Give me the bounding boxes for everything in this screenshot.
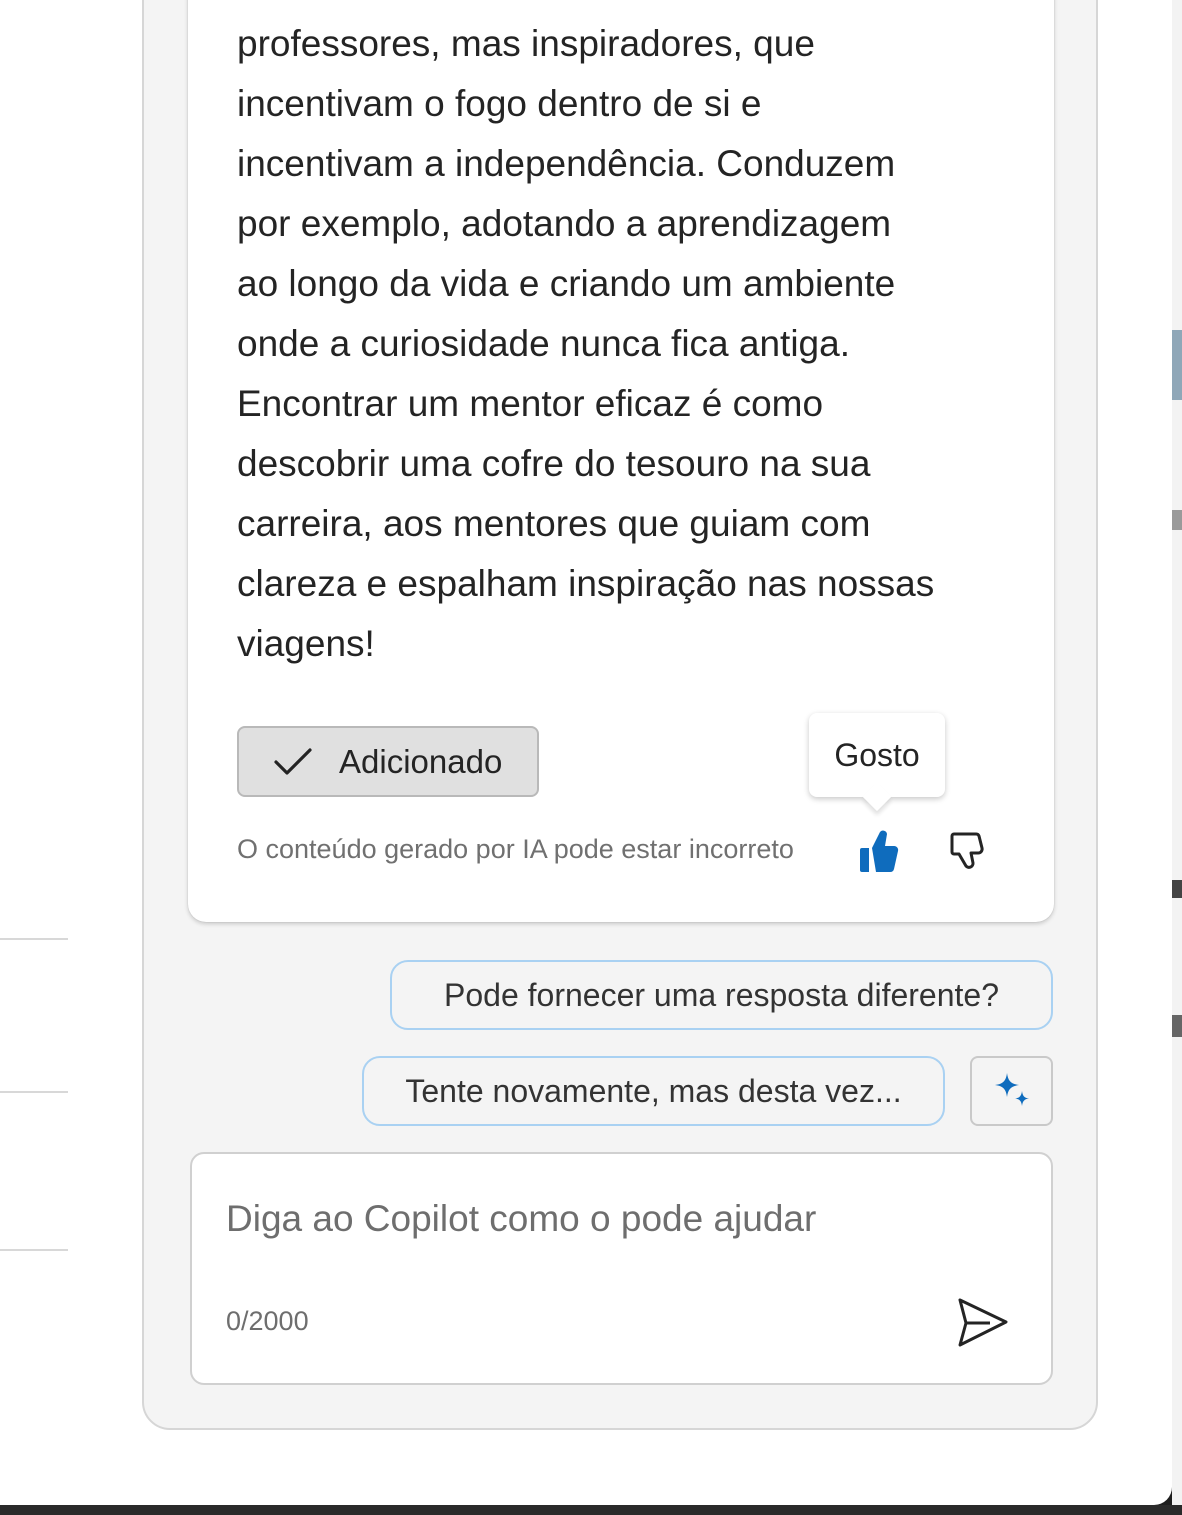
suggestion-chip[interactable]: Pode fornecer uma resposta diferente? [390, 960, 1053, 1030]
suggestion-label: Tente novamente, mas desta vez... [405, 1072, 902, 1109]
like-tooltip: Gosto [809, 713, 945, 797]
app-window: professores, mas inspiradores, que incen… [0, 0, 1172, 1505]
response-text: professores, mas inspiradores, que incen… [237, 23, 935, 664]
send-icon [958, 1298, 1008, 1347]
send-button[interactable] [952, 1294, 1012, 1352]
message-input[interactable] [226, 1194, 986, 1244]
dislike-button[interactable] [946, 828, 992, 880]
suggestion-label: Pode fornecer uma resposta diferente? [444, 976, 999, 1013]
checkmark-icon [274, 747, 312, 775]
tooltip-text: Gosto [834, 736, 920, 773]
more-suggestions-button[interactable] [970, 1056, 1053, 1126]
background-window-edge [1172, 0, 1182, 1515]
background-divider [0, 1091, 68, 1093]
added-button[interactable]: Adicionado [237, 726, 539, 797]
background-divider [0, 938, 68, 940]
character-counter: 0/2000 [226, 1306, 309, 1336]
suggestion-chip[interactable]: Tente novamente, mas desta vez... [362, 1056, 945, 1126]
added-button-label: Adicionado [339, 742, 503, 780]
thumbs-up-icon [860, 830, 899, 873]
composer: 0/2000 [190, 1152, 1053, 1385]
like-button[interactable] [856, 826, 902, 878]
sparkle-icon [994, 1073, 1029, 1106]
thumbs-down-icon [950, 832, 984, 869]
ai-disclaimer: O conteúdo gerado por IA pode estar inco… [237, 834, 794, 864]
background-taskbar [0, 1505, 1182, 1515]
background-divider [0, 1249, 68, 1251]
